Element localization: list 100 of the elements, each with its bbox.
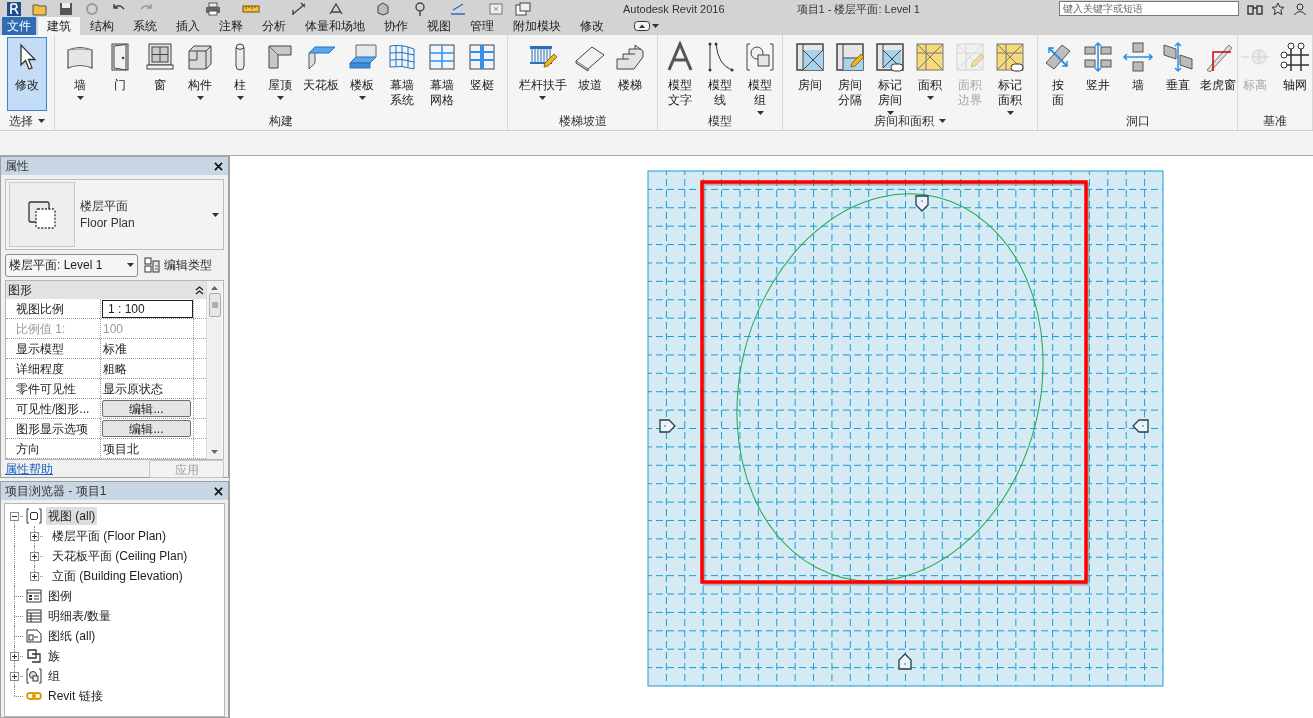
panel-label: 模型 [708,113,732,129]
ribbon-tab[interactable]: 系统 [124,17,166,35]
ribbon-tab[interactable]: 结构 [81,17,123,35]
tree-item[interactable]: 视图 (all) [46,507,98,525]
ribbon-button[interactable]: 标记面积 [990,37,1030,111]
scroll-thumb[interactable] [208,293,221,317]
ribbon-button[interactable]: 竖梃 [462,37,502,111]
ribbon-button[interactable]: 幕墙系统 [382,37,422,111]
ribbon-button[interactable]: 坡道 [569,37,610,111]
ribbon-tab[interactable]: 分析 [253,17,295,35]
ribbon-button[interactable]: 墙 [60,37,100,111]
tree-item[interactable]: 天花板平面 (Ceiling Plan) [50,547,190,565]
ribbon-button[interactable]: 标记房间 [870,37,910,111]
user-icon[interactable] [1293,1,1307,16]
ribbon-button[interactable]: 房间 [790,37,830,111]
sheet-icon [26,628,42,644]
ribbon-button[interactable]: 墙 [1117,37,1158,111]
panel-menu-button[interactable]: 选择 [9,113,45,129]
ribbon-tab[interactable]: 视图 [418,17,460,35]
ribbon-button[interactable]: 垂直 [1157,37,1198,111]
ribbon-button[interactable]: 模型文字 [660,37,700,111]
ribbon-button[interactable]: 楼梯 [609,37,650,111]
ribbon-tab[interactable]: 建筑 [38,17,80,35]
ribbon-button[interactable]: 按面 [1037,37,1078,111]
ribbon-toggle-button[interactable] [632,20,661,32]
letter-a-icon[interactable] [328,1,344,16]
ribbon-button[interactable]: 竖井 [1077,37,1118,111]
tree-item[interactable]: 图纸 (all) [46,627,98,645]
close-button[interactable] [212,485,224,497]
elevation-marker-icon[interactable] [659,419,676,433]
binoculars-icon[interactable] [1247,2,1263,15]
ribbon-button[interactable]: 天花板 [300,37,342,111]
ribbon-tab[interactable]: 体量和场地 [296,17,374,35]
close-button[interactable] [212,160,224,172]
ribbon-tab[interactable]: 管理 [461,17,503,35]
expand-icon[interactable] [30,572,39,581]
help-link[interactable]: 属性帮助 [5,460,53,478]
panel-label: 洞口 [1125,113,1150,129]
ribbon-tab[interactable]: 文件 [2,17,36,35]
tree-item[interactable]: Revit 链接 [46,687,105,705]
star-icon[interactable] [1271,1,1285,16]
edit-button[interactable]: 编辑... [102,400,191,417]
ribbon-button[interactable]: 栏杆扶手 [515,37,570,111]
ribbon-button[interactable]: 幕墙网格 [422,37,462,111]
input-field[interactable]: 1 : 100 [102,299,193,318]
save-icon[interactable] [59,1,73,16]
ribbon-button[interactable]: 面积 [910,37,950,111]
caret-icon [212,212,219,217]
ribbon-button[interactable]: 构件 [180,37,220,111]
panel-title: 项目浏览器 - 项目1 [5,483,107,499]
edit-type-button[interactable]: 编辑类型 [144,253,212,277]
tree-item[interactable]: 明细表/数量 [46,607,114,625]
ribbon-button[interactable]: 楼板 [342,37,382,111]
tree-item[interactable]: 楼层平面 (Floor Plan) [50,527,169,545]
ribbon-tab[interactable]: 注释 [210,17,252,35]
elevation-marker-icon[interactable] [915,195,929,212]
ribbon-button[interactable]: 修改 [7,37,47,111]
search-field[interactable]: 键入关键字或短语 [1059,1,1239,16]
panel-menu-button[interactable]: 房间和面积 [874,113,946,129]
tree-item[interactable]: 图例 [46,587,74,605]
ribbon-button[interactable]: 房间分隔 [830,37,870,111]
ribbon-button[interactable]: 屋顶 [260,37,300,111]
ribbon-button[interactable]: 模型线 [700,37,740,111]
ribbon-button[interactable]: 门 [100,37,140,111]
family-icon [26,648,42,664]
expand-icon[interactable] [10,652,19,661]
scroll-down-icon[interactable] [211,450,218,454]
expand-icon[interactable] [10,672,19,681]
tree-item[interactable]: 族 [46,647,62,665]
switch-windows-icon[interactable] [515,1,531,16]
bar-grid-icon [466,41,498,73]
elevation-marker-icon[interactable] [898,653,912,670]
area-tag-icon [994,41,1026,73]
lines-icon[interactable] [449,1,467,16]
ribbon-tab[interactable]: 附加模块 [504,17,570,35]
tree-item[interactable]: 组 [46,667,62,685]
expand-icon[interactable] [30,552,39,561]
app-logo-icon[interactable] [7,1,21,16]
ribbon-button[interactable]: 老虎窗 [1197,37,1238,111]
tree-item[interactable]: 立面 (Building Elevation) [50,567,185,585]
ribbon-button[interactable]: 柱 [220,37,260,111]
area-pencil-icon [954,41,986,73]
ribbon-tab[interactable]: 修改 [571,17,613,35]
type-selector[interactable]: 楼层平面 Floor Plan [5,179,224,250]
dimension-icon[interactable] [291,1,307,16]
expand-icon[interactable] [30,532,39,541]
print-icon[interactable] [205,1,221,16]
ribbon-button[interactable]: 模型组 [740,37,780,111]
collapse-icon[interactable] [10,512,19,521]
view-dropdown[interactable]: 楼层平面: Level 1 [5,253,138,277]
ribbon-button[interactable]: 轴网 [1275,37,1313,111]
edit-button[interactable]: 编辑... [102,420,191,437]
ribbon-tab[interactable]: 协作 [375,17,417,35]
elevation-marker-icon[interactable] [1132,419,1149,433]
scroll-up-icon[interactable] [211,286,218,290]
group-header[interactable]: 图形 [6,281,206,299]
pin-icon[interactable] [412,1,428,16]
ribbon-button[interactable]: 窗 [140,37,180,111]
room-pencil-icon [834,41,866,73]
ribbon-tab[interactable]: 插入 [167,17,209,35]
